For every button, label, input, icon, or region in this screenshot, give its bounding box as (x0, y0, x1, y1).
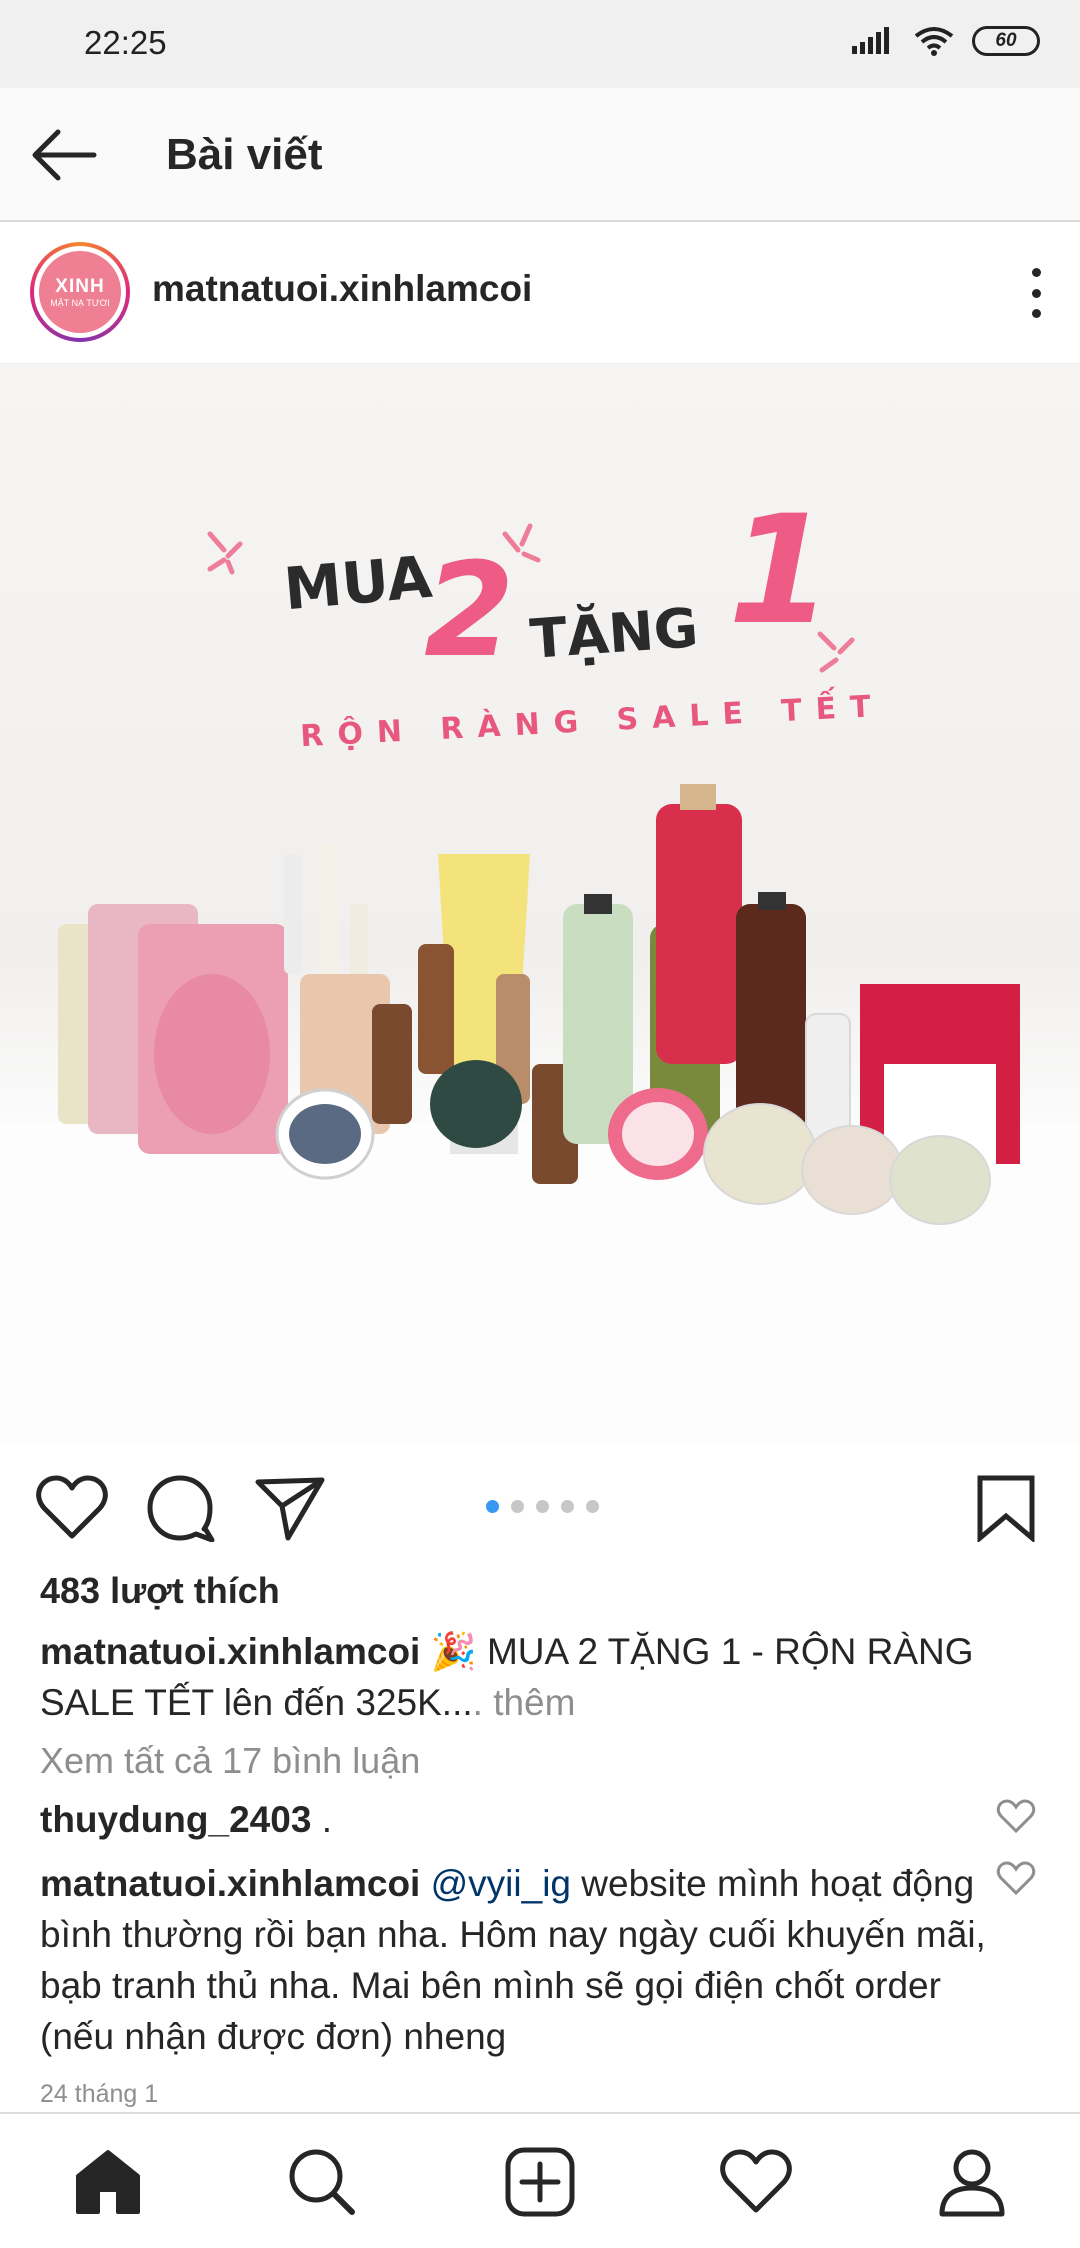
promo-word-mua: MUA (281, 542, 435, 624)
avatar-sub-text: MẶT NẠ TƯƠI (50, 297, 110, 308)
comment-username[interactable]: matnatuoi.xinhlamcoi (40, 1863, 420, 1904)
carousel-indicator (486, 1500, 599, 1513)
more-options-icon[interactable] (1026, 268, 1046, 318)
status-icons: 60 (852, 26, 1040, 56)
bottom-navigation (0, 2112, 1080, 2248)
caption-more-link[interactable]: . thêm (473, 1682, 576, 1723)
product-photo (0, 523, 1080, 1444)
party-emoji: 🎉 (430, 1631, 477, 1672)
promo-number-2: 2 (424, 534, 515, 686)
avatar[interactable]: XINH MẶT NẠ TƯƠI (30, 242, 130, 342)
promo-word-tang: TẶNG (528, 596, 701, 671)
wifi-icon (914, 27, 954, 56)
promo-number-1: 1 (728, 484, 833, 658)
post-image[interactable]: MUA 2 TẶNG 1 RỘN RÀNG SALE TẾT (0, 364, 1080, 1444)
comment-text: . (321, 1799, 332, 1840)
comment-like-icon[interactable] (996, 1798, 1036, 1834)
battery-indicator: 60 (972, 26, 1040, 56)
comment-username[interactable]: thuydung_2403 (40, 1799, 311, 1840)
profile-icon[interactable] (936, 2146, 1008, 2218)
carousel-dot-active (486, 1500, 499, 1513)
post-action-bar (0, 1444, 1080, 1568)
status-time: 22:25 (84, 24, 167, 61)
caption-username[interactable]: matnatuoi.xinhlamcoi (40, 1631, 420, 1672)
comment-like-icon[interactable] (996, 1860, 1036, 1896)
search-icon[interactable] (286, 2146, 358, 2218)
post-header: XINH MẶT NẠ TƯƠI matnatuoi.xinhlamcoi (0, 222, 1080, 364)
share-icon[interactable] (254, 1474, 326, 1542)
post-timestamp: 24 tháng 1 (40, 2080, 159, 2108)
carousel-dot (536, 1500, 549, 1513)
signal-icon (852, 27, 889, 54)
back-arrow-icon[interactable] (28, 124, 100, 186)
carousel-dot (561, 1500, 574, 1513)
heart-icon[interactable] (36, 1474, 108, 1542)
comment-item: thuydung_2403 . (40, 1794, 990, 1845)
post-username[interactable]: matnatuoi.xinhlamcoi (152, 268, 532, 310)
home-icon[interactable] (72, 2146, 144, 2218)
comment-icon[interactable] (146, 1474, 218, 1542)
comment-mention[interactable]: @vyii_ig (431, 1863, 571, 1904)
comment-item: matnatuoi.xinhlamcoi @vyii_ig website mì… (40, 1858, 990, 2062)
carousel-dot (511, 1500, 524, 1513)
page-title: Bài viết (166, 130, 323, 179)
post-caption: matnatuoi.xinhlamcoi 🎉 MUA 2 TẶNG 1 - RỘ… (40, 1626, 1050, 1728)
add-post-icon[interactable] (504, 2146, 576, 2218)
activity-heart-icon[interactable] (720, 2146, 792, 2218)
carousel-dot (586, 1500, 599, 1513)
avatar-logo-text: XINH (55, 275, 105, 297)
view-all-comments-link[interactable]: Xem tất cả 17 bình luận (40, 1740, 420, 1782)
app-header: Bài viết (0, 88, 1080, 222)
status-bar: 22:25 60 (0, 0, 1080, 88)
like-count[interactable]: 483 lượt thích (40, 1570, 280, 1612)
bookmark-icon[interactable] (974, 1474, 1038, 1542)
